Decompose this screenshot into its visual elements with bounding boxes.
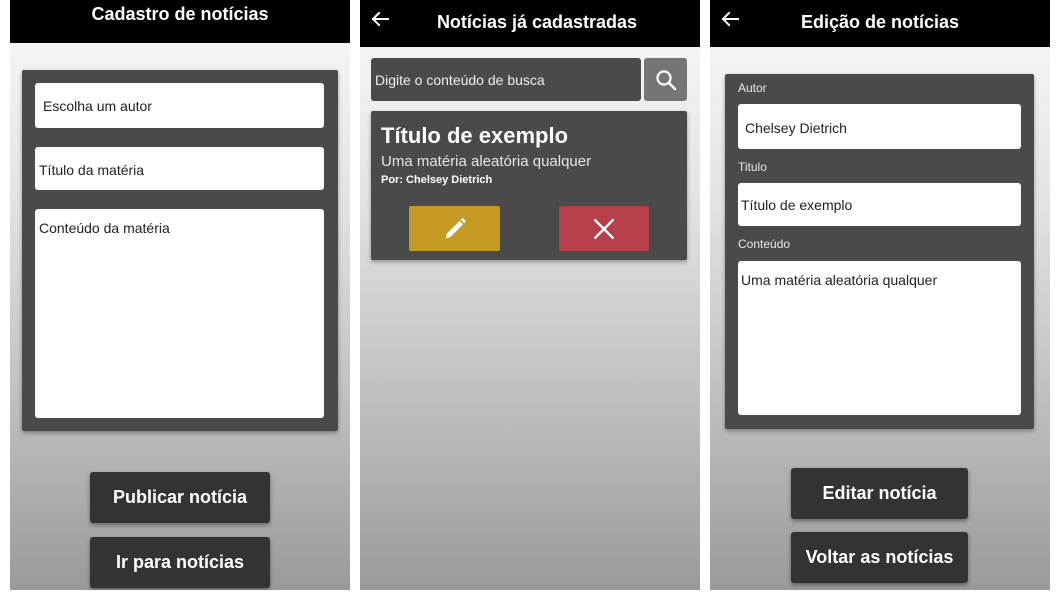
arrow-left-icon[interactable] [368,7,392,31]
back-to-news-button[interactable]: Voltar as notícias [791,532,968,583]
author-select[interactable]: Escolha um autor [35,83,324,128]
news-card: Título de exemplo Uma matéria aleatória … [371,111,687,260]
edit-form-panel: Autor Chelsey Dietrich Titulo Título de … [725,74,1034,429]
delete-button[interactable] [559,206,649,251]
content-label: Conteúdo [738,237,791,251]
content-field-value: Uma matéria aleatória qualquer [741,272,938,288]
edit-news-button[interactable]: Editar notícia [791,468,968,519]
content-textarea-placeholder: Conteúdo da matéria [39,220,170,236]
close-icon [593,218,615,239]
title-field[interactable]: Título de exemplo [738,183,1021,226]
form-panel: Escolha um autor Título da matéria Conte… [22,70,338,431]
title-input[interactable]: Título da matéria [35,147,324,190]
app-stage: Cadastro de notícias Escolha um autor Tí… [0,0,1060,600]
goto-news-button[interactable]: Ir para notícias [90,537,270,588]
title-label: Titulo [738,160,767,174]
pencil-icon [445,217,466,238]
title-input-placeholder: Título da matéria [39,162,145,178]
screen-lista: Notícias já cadastradas Digite o conteúd… [360,0,700,590]
news-card-subtitle: Uma matéria aleatória qualquer [381,153,592,170]
news-card-title: Título de exemplo [381,123,569,148]
author-label: Autor [738,81,767,95]
page-title: Edição de notícias [800,11,960,32]
screen-edicao: Edição de notícias Autor Chelsey Dietric… [710,0,1050,590]
app-bar: Notícias já cadastradas [360,0,700,47]
screen-cadastro: Cadastro de notícias Escolha um autor Tí… [10,0,350,590]
content-field[interactable]: Uma matéria aleatória qualquer [738,261,1021,415]
app-bar: Edição de notícias [710,0,1050,47]
author-field[interactable]: Chelsey Dietrich [738,104,1021,149]
search-button[interactable] [644,58,687,101]
search-input-placeholder: Digite o conteúdo de busca [375,71,545,88]
search-icon [655,69,676,90]
page-title: Notícias já cadastradas [436,11,638,32]
author-field-value: Chelsey Dietrich [745,120,847,136]
edit-button[interactable] [409,206,500,251]
app-bar: Cadastro de notícias [10,0,350,43]
publish-button[interactable]: Publicar notícia [90,472,270,523]
search-input[interactable]: Digite o conteúdo de busca [371,58,641,101]
author-select-text: Escolha um autor [43,98,152,114]
title-field-value: Título de exemplo [741,197,853,213]
page-title: Cadastro de notícias [91,4,269,24]
arrow-left-icon[interactable] [718,7,742,31]
news-card-author: Por: Chelsey Dietrich [381,174,493,186]
content-textarea[interactable]: Conteúdo da matéria [35,209,324,418]
